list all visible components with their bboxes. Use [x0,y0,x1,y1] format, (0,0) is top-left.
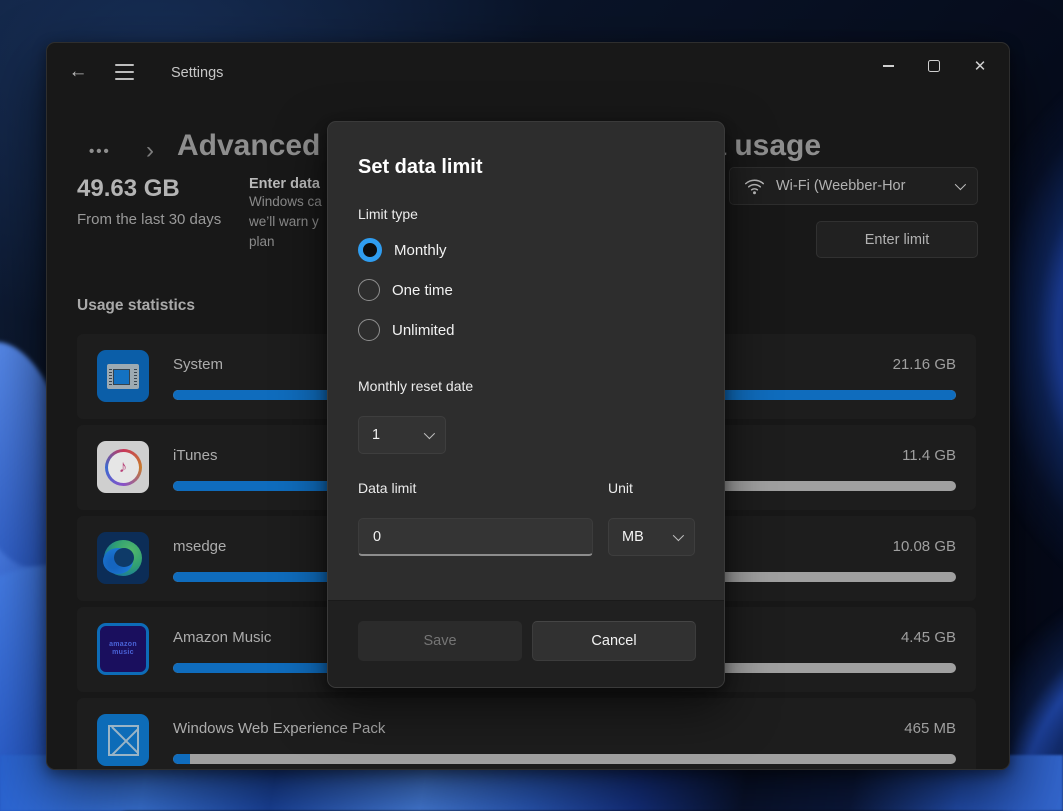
unit-dropdown[interactable]: MB [608,518,695,556]
usage-bar-track [173,754,956,764]
app-name: Amazon Music [173,629,271,646]
edge-app-icon [97,532,149,584]
radio-icon [358,238,382,262]
title-bar: ← Settings ✕ [47,43,1009,93]
itunes-app-icon: ♪ [97,441,149,493]
set-data-limit-dialog: Set data limit Limit type Monthly One ti… [327,121,725,688]
maximize-icon [928,60,940,72]
app-usage-value: 21.16 GB [893,356,956,373]
app-usage-value: 465 MB [904,720,956,737]
app-name: Windows Web Experience Pack [173,720,385,737]
navigation-menu-button[interactable] [107,57,141,87]
usage-bar-fill [173,754,190,764]
back-icon: ← [69,61,88,83]
enter-limit-button[interactable]: Enter limit [816,221,978,258]
radio-monthly[interactable]: Monthly [358,238,455,262]
reset-date-dropdown[interactable]: 1 [358,416,446,454]
radio-unlimited[interactable]: Unlimited [358,318,455,342]
chevron-down-icon [673,530,684,541]
usage-statistics-heading: Usage statistics [77,297,195,315]
back-button[interactable]: ← [61,57,95,87]
save-button[interactable]: Save [358,621,522,661]
limit-type-label: Limit type [358,206,418,222]
dialog-footer: Save Cancel [328,600,724,687]
usage-bar-fill [173,663,337,673]
app-usage-value: 4.45 GB [901,629,956,646]
hamburger-icon [115,64,134,80]
chevron-down-icon [424,428,435,439]
chevron-down-icon [955,179,966,190]
radio-one-time[interactable]: One time [358,278,455,302]
window-controls: ✕ [865,49,1003,83]
amazon-music-app-icon: amazon music [97,623,149,675]
data-limit-value: 0 [373,529,381,545]
usage-period-label: From the last 30 days [77,208,237,232]
app-usage-value: 10.08 GB [893,538,956,555]
cancel-button[interactable]: Cancel [532,621,696,661]
app-name: System [173,356,223,373]
breadcrumb-ellipsis-button[interactable]: ••• [89,143,111,160]
network-adapter-value: Wi-Fi (Weebber-Hor [776,178,955,194]
data-limit-label: Data limit [358,480,416,496]
dialog-title: Set data limit [358,156,482,179]
wifi-icon [744,178,765,195]
system-app-icon [97,350,149,402]
reset-date-value: 1 [372,427,380,443]
window-title: Settings [171,65,223,81]
enter-limit-label: Enter limit [865,232,929,248]
minimize-icon [883,65,894,67]
reset-date-label: Monthly reset date [358,378,473,394]
chevron-right-icon: › [146,137,154,165]
usage-row-web-experience-pack: Windows Web Experience Pack 465 MB [77,698,976,770]
unit-label: Unit [608,480,633,496]
maximize-button[interactable] [911,49,957,83]
app-name: iTunes [173,447,217,464]
limit-type-radio-group: Monthly One time Unlimited [358,238,455,358]
network-adapter-dropdown[interactable]: Wi-Fi (Weebber-Hor [729,167,978,205]
total-usage-value: 49.63 GB [77,175,180,203]
data-limit-input[interactable]: 0 [358,518,593,556]
minimize-button[interactable] [865,49,911,83]
unit-value: MB [622,529,644,545]
close-icon: ✕ [974,57,987,75]
radio-icon [358,319,380,341]
close-button[interactable]: ✕ [957,49,1003,83]
app-usage-value: 11.4 GB [902,447,956,464]
radio-icon [358,279,380,301]
web-experience-pack-icon [97,714,149,766]
app-name: msedge [173,538,226,555]
